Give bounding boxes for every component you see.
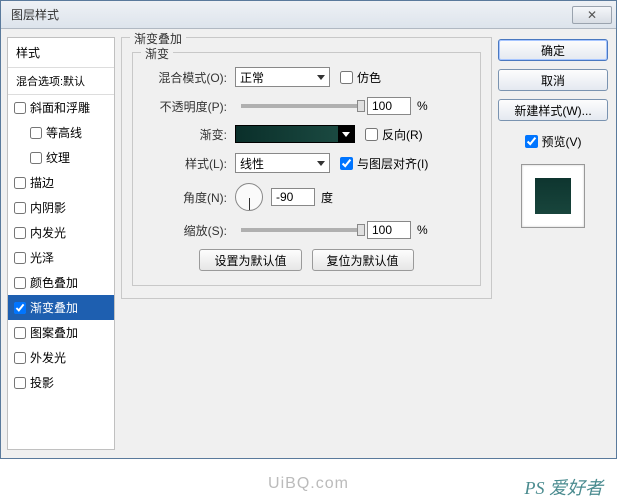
style-item-label: 投影 [30,374,54,391]
style-item-checkbox[interactable] [14,327,26,339]
chevron-down-icon [317,161,325,166]
style-item-8[interactable]: 渐变叠加 [8,295,114,320]
style-item-10[interactable]: 外发光 [8,345,114,370]
style-list: 斜面和浮雕等高线纹理描边内阴影内发光光泽颜色叠加渐变叠加图案叠加外发光投影 [8,95,114,395]
opacity-input[interactable] [367,97,411,115]
style-item-label: 描边 [30,174,54,191]
style-item-3[interactable]: 描边 [8,170,114,195]
chevron-down-icon[interactable] [338,126,354,142]
gradient-picker[interactable] [235,125,355,143]
style-item-checkbox[interactable] [14,102,26,114]
close-icon: ✕ [587,8,597,22]
set-default-button[interactable]: 设置为默认值 [199,249,301,271]
style-item-7[interactable]: 颜色叠加 [8,270,114,295]
scale-percent: % [417,223,428,237]
style-item-checkbox[interactable] [14,277,26,289]
gradient-overlay-group: 渐变叠加 渐变 混合模式(O): 正常 仿色 [121,37,492,299]
preview-input[interactable] [525,135,538,148]
layer-style-window: 图层样式 ✕ 样式 混合选项:默认 斜面和浮雕等高线纹理描边内阴影内发光光泽颜色… [0,0,617,459]
blend-mode-dropdown[interactable]: 正常 [235,67,330,87]
style-item-label: 内发光 [30,224,66,241]
style-item-label: 图案叠加 [30,324,78,341]
style-item-11[interactable]: 投影 [8,370,114,395]
style-item-label: 内阴影 [30,199,66,216]
style-item-label: 等高线 [46,124,82,141]
right-column: 确定 取消 新建样式(W)... 预览(V) [498,37,608,450]
chevron-down-icon [317,75,325,80]
style-item-0[interactable]: 斜面和浮雕 [8,95,114,120]
angle-input[interactable] [271,188,315,206]
style-item-label: 斜面和浮雕 [30,99,90,116]
style-item-checkbox[interactable] [14,202,26,214]
style-item-checkbox[interactable] [30,152,42,164]
gradient-label: 渐变: [145,126,235,143]
reverse-checkbox[interactable]: 反向(R) [365,126,423,143]
style-item-checkbox[interactable] [30,127,42,139]
gradient-inner-group: 渐变 混合模式(O): 正常 仿色 不透明度(P): [132,52,481,286]
opacity-percent: % [417,99,428,113]
style-item-label: 颜色叠加 [30,274,78,291]
style-item-2[interactable]: 纹理 [8,145,114,170]
style-item-6[interactable]: 光泽 [8,245,114,270]
scale-input[interactable] [367,221,411,239]
style-item-label: 外发光 [30,349,66,366]
style-item-checkbox[interactable] [14,352,26,364]
dither-label: 仿色 [357,69,381,86]
scale-label: 缩放(S): [145,222,235,239]
reverse-label: 反向(R) [382,126,423,143]
style-item-checkbox[interactable] [14,227,26,239]
style-item-checkbox[interactable] [14,377,26,389]
angle-label: 角度(N): [145,189,235,206]
opacity-label: 不透明度(P): [145,98,235,115]
dither-checkbox[interactable]: 仿色 [340,69,381,86]
align-input[interactable] [340,157,353,170]
window-title: 图层样式 [11,6,59,23]
dither-input[interactable] [340,71,353,84]
ok-button[interactable]: 确定 [498,39,608,61]
watermark-logo: PS 爱好者 [525,474,604,500]
blend-mode-value: 正常 [240,69,264,86]
style-label: 样式(L): [145,155,235,172]
titlebar: 图层样式 ✕ [1,1,616,29]
style-item-4[interactable]: 内阴影 [8,195,114,220]
style-item-checkbox[interactable] [14,302,26,314]
preview-box [521,164,585,228]
style-item-label: 纹理 [46,149,70,166]
style-item-1[interactable]: 等高线 [8,120,114,145]
inner-group-title: 渐变 [141,45,173,62]
align-label: 与图层对齐(I) [357,155,428,172]
angle-unit: 度 [321,189,333,206]
preview-checkbox[interactable]: 预览(V) [498,133,608,150]
sidebar-blend-options[interactable]: 混合选项:默认 [8,68,114,95]
cancel-button[interactable]: 取消 [498,69,608,91]
opacity-slider[interactable] [241,104,361,108]
style-item-checkbox[interactable] [14,252,26,264]
preview-swatch [535,178,571,214]
reverse-input[interactable] [365,128,378,141]
new-style-button[interactable]: 新建样式(W)... [498,99,608,121]
style-item-5[interactable]: 内发光 [8,220,114,245]
close-button[interactable]: ✕ [572,6,612,24]
style-item-checkbox[interactable] [14,177,26,189]
angle-dial[interactable] [235,183,263,211]
preview-label: 预览(V) [542,133,582,150]
scale-slider[interactable] [241,228,361,232]
reset-default-button[interactable]: 复位为默认值 [312,249,414,271]
style-item-9[interactable]: 图案叠加 [8,320,114,345]
style-item-label: 光泽 [30,249,54,266]
blend-mode-label: 混合模式(O): [145,69,235,86]
watermark-url: UiBQ.com [268,475,349,493]
main-panel: 渐变叠加 渐变 混合模式(O): 正常 仿色 [121,37,492,450]
align-checkbox[interactable]: 与图层对齐(I) [340,155,428,172]
style-value: 线性 [240,155,264,172]
style-item-label: 渐变叠加 [30,299,78,316]
window-body: 样式 混合选项:默认 斜面和浮雕等高线纹理描边内阴影内发光光泽颜色叠加渐变叠加图… [1,29,616,458]
style-dropdown[interactable]: 线性 [235,153,330,173]
styles-sidebar: 样式 混合选项:默认 斜面和浮雕等高线纹理描边内阴影内发光光泽颜色叠加渐变叠加图… [7,37,115,450]
sidebar-header: 样式 [8,38,114,68]
